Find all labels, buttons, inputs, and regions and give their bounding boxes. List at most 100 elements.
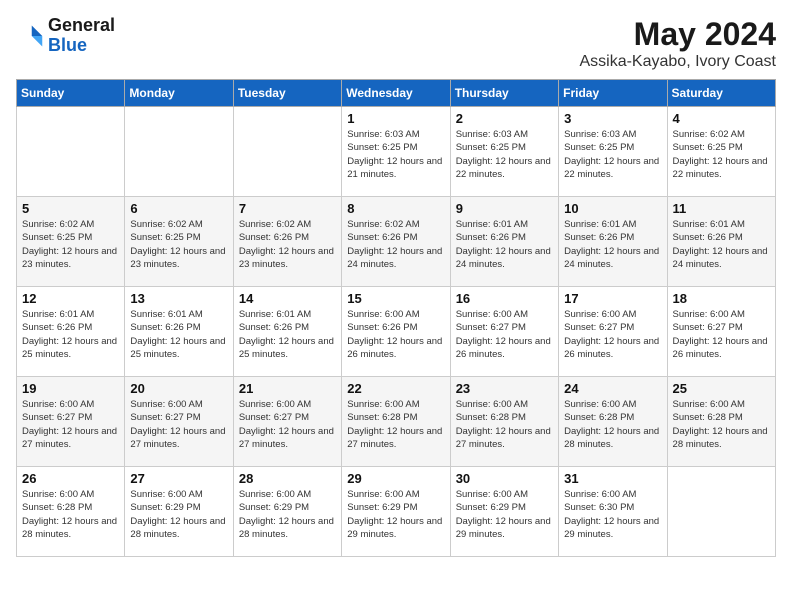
calendar-cell: 19 Sunrise: 6:00 AMSunset: 6:27 PMDayligh… bbox=[17, 377, 125, 467]
calendar-cell bbox=[17, 107, 125, 197]
day-number: 17 bbox=[564, 291, 661, 306]
calendar-cell: 25 Sunrise: 6:00 AMSunset: 6:28 PMDayligh… bbox=[667, 377, 775, 467]
calendar-cell: 3Sunrise: 6:03 AMSunset: 6:25 PMDaylight… bbox=[559, 107, 667, 197]
day-detail: Sunrise: 6:00 AMSunset: 6:29 PMDaylight:… bbox=[456, 488, 553, 541]
calendar-week-row: 26 Sunrise: 6:00 AMSunset: 6:28 PMDayligh… bbox=[17, 467, 776, 557]
weekday-header-tuesday: Tuesday bbox=[233, 80, 341, 107]
calendar-cell: 10Sunrise: 6:01 AMSunset: 6:26 PMDayligh… bbox=[559, 197, 667, 287]
day-detail: Sunrise: 6:00 AMSunset: 6:26 PMDaylight:… bbox=[347, 308, 444, 361]
day-detail: Sunrise: 6:01 AMSunset: 6:26 PMDaylight:… bbox=[239, 308, 336, 361]
calendar-cell: 2 Sunrise: 6:03 AMSunset: 6:25 PMDaylight… bbox=[450, 107, 558, 197]
day-number: 18 bbox=[673, 291, 770, 306]
calendar-week-row: 1 Sunrise: 6:03 AMSunset: 6:25 PMDaylight… bbox=[17, 107, 776, 197]
calendar-cell: 12 Sunrise: 6:01 AMSunset: 6:26 PMDayligh… bbox=[17, 287, 125, 377]
calendar-cell: 28 Sunrise: 6:00 AMSunset: 6:29 PMDayligh… bbox=[233, 467, 341, 557]
day-detail: Sunrise: 6:00 AMSunset: 6:29 PMDaylight:… bbox=[130, 488, 227, 541]
calendar-cell: 1 Sunrise: 6:03 AMSunset: 6:25 PMDaylight… bbox=[342, 107, 450, 197]
calendar-cell: 29 Sunrise: 6:00 AMSunset: 6:29 PMDayligh… bbox=[342, 467, 450, 557]
weekday-header-monday: Monday bbox=[125, 80, 233, 107]
day-detail: Sunrise: 6:01 AMSunset: 6:26 PMDaylight:… bbox=[564, 218, 661, 271]
day-detail: Sunrise: 6:02 AMSunset: 6:26 PMDaylight:… bbox=[347, 218, 444, 271]
calendar-week-row: 12 Sunrise: 6:01 AMSunset: 6:26 PMDayligh… bbox=[17, 287, 776, 377]
day-detail: Sunrise: 6:00 AMSunset: 6:28 PMDaylight:… bbox=[22, 488, 119, 541]
day-detail: Sunrise: 6:02 AMSunset: 6:25 PMDaylight:… bbox=[130, 218, 227, 271]
weekday-header-saturday: Saturday bbox=[667, 80, 775, 107]
calendar-cell: 9 Sunrise: 6:01 AMSunset: 6:26 PMDaylight… bbox=[450, 197, 558, 287]
calendar-cell: 8 Sunrise: 6:02 AMSunset: 6:26 PMDaylight… bbox=[342, 197, 450, 287]
day-number: 4 bbox=[673, 111, 770, 126]
calendar-cell: 20Sunrise: 6:00 AMSunset: 6:27 PMDayligh… bbox=[125, 377, 233, 467]
logo: General Blue bbox=[16, 16, 115, 56]
day-number: 3 bbox=[564, 111, 661, 126]
calendar-table: SundayMondayTuesdayWednesdayThursdayFrid… bbox=[16, 79, 776, 557]
calendar-week-row: 19 Sunrise: 6:00 AMSunset: 6:27 PMDayligh… bbox=[17, 377, 776, 467]
calendar-cell: 18 Sunrise: 6:00 AMSunset: 6:27 PMDayligh… bbox=[667, 287, 775, 377]
day-number: 8 bbox=[347, 201, 444, 216]
day-number: 21 bbox=[239, 381, 336, 396]
page-header: General Blue May 2024 Assika-Kayabo, Ivo… bbox=[16, 16, 776, 71]
day-number: 15 bbox=[347, 291, 444, 306]
day-detail: Sunrise: 6:00 AMSunset: 6:27 PMDaylight:… bbox=[239, 398, 336, 451]
day-detail: Sunrise: 6:03 AMSunset: 6:25 PMDaylight:… bbox=[347, 128, 444, 181]
day-detail: Sunrise: 6:00 AMSunset: 6:29 PMDaylight:… bbox=[239, 488, 336, 541]
day-detail: Sunrise: 6:01 AMSunset: 6:26 PMDaylight:… bbox=[673, 218, 770, 271]
day-number: 12 bbox=[22, 291, 119, 306]
day-number: 19 bbox=[22, 381, 119, 396]
day-number: 24 bbox=[564, 381, 661, 396]
day-detail: Sunrise: 6:03 AMSunset: 6:25 PMDaylight:… bbox=[456, 128, 553, 181]
day-number: 1 bbox=[347, 111, 444, 126]
day-number: 13 bbox=[130, 291, 227, 306]
day-detail: Sunrise: 6:00 AMSunset: 6:27 PMDaylight:… bbox=[564, 308, 661, 361]
weekday-header-friday: Friday bbox=[559, 80, 667, 107]
calendar-cell: 11 Sunrise: 6:01 AMSunset: 6:26 PMDayligh… bbox=[667, 197, 775, 287]
day-number: 7 bbox=[239, 201, 336, 216]
day-number: 11 bbox=[673, 201, 770, 216]
calendar-cell bbox=[125, 107, 233, 197]
day-number: 9 bbox=[456, 201, 553, 216]
day-number: 27 bbox=[130, 471, 227, 486]
day-detail: Sunrise: 6:00 AMSunset: 6:27 PMDaylight:… bbox=[130, 398, 227, 451]
calendar-cell: 21 Sunrise: 6:00 AMSunset: 6:27 PMDayligh… bbox=[233, 377, 341, 467]
weekday-header-thursday: Thursday bbox=[450, 80, 558, 107]
month-title: May 2024 bbox=[579, 16, 776, 53]
day-number: 25 bbox=[673, 381, 770, 396]
logo-icon bbox=[16, 22, 44, 50]
day-detail: Sunrise: 6:00 AMSunset: 6:30 PMDaylight:… bbox=[564, 488, 661, 541]
calendar-cell: 24 Sunrise: 6:00 AMSunset: 6:28 PMDayligh… bbox=[559, 377, 667, 467]
day-number: 5 bbox=[22, 201, 119, 216]
day-detail: Sunrise: 6:01 AMSunset: 6:26 PMDaylight:… bbox=[22, 308, 119, 361]
weekday-header-sunday: Sunday bbox=[17, 80, 125, 107]
day-detail: Sunrise: 6:01 AMSunset: 6:26 PMDaylight:… bbox=[456, 218, 553, 271]
day-detail: Sunrise: 6:00 AMSunset: 6:27 PMDaylight:… bbox=[456, 308, 553, 361]
day-number: 2 bbox=[456, 111, 553, 126]
calendar-cell: 17 Sunrise: 6:00 AMSunset: 6:27 PMDayligh… bbox=[559, 287, 667, 377]
day-detail: Sunrise: 6:00 AMSunset: 6:29 PMDaylight:… bbox=[347, 488, 444, 541]
calendar-cell: 22Sunrise: 6:00 AMSunset: 6:28 PMDayligh… bbox=[342, 377, 450, 467]
day-number: 6 bbox=[130, 201, 227, 216]
calendar-cell: 26 Sunrise: 6:00 AMSunset: 6:28 PMDayligh… bbox=[17, 467, 125, 557]
day-number: 29 bbox=[347, 471, 444, 486]
calendar-cell: 4Sunrise: 6:02 AMSunset: 6:25 PMDaylight… bbox=[667, 107, 775, 197]
calendar-cell: 31 Sunrise: 6:00 AMSunset: 6:30 PMDayligh… bbox=[559, 467, 667, 557]
day-detail: Sunrise: 6:00 AMSunset: 6:28 PMDaylight:… bbox=[564, 398, 661, 451]
day-detail: Sunrise: 6:00 AMSunset: 6:27 PMDaylight:… bbox=[22, 398, 119, 451]
logo-text: General Blue bbox=[48, 16, 115, 56]
day-detail: Sunrise: 6:00 AMSunset: 6:27 PMDaylight:… bbox=[673, 308, 770, 361]
day-number: 30 bbox=[456, 471, 553, 486]
weekday-header-wednesday: Wednesday bbox=[342, 80, 450, 107]
calendar-cell: 5Sunrise: 6:02 AMSunset: 6:25 PMDaylight… bbox=[17, 197, 125, 287]
day-detail: Sunrise: 6:00 AMSunset: 6:28 PMDaylight:… bbox=[347, 398, 444, 451]
calendar-cell: 27 Sunrise: 6:00 AMSunset: 6:29 PMDayligh… bbox=[125, 467, 233, 557]
day-number: 28 bbox=[239, 471, 336, 486]
calendar-cell bbox=[233, 107, 341, 197]
day-number: 23 bbox=[456, 381, 553, 396]
calendar-cell: 7Sunrise: 6:02 AMSunset: 6:26 PMDaylight… bbox=[233, 197, 341, 287]
day-detail: Sunrise: 6:00 AMSunset: 6:28 PMDaylight:… bbox=[673, 398, 770, 451]
day-number: 26 bbox=[22, 471, 119, 486]
day-number: 31 bbox=[564, 471, 661, 486]
calendar-cell: 16Sunrise: 6:00 AMSunset: 6:27 PMDayligh… bbox=[450, 287, 558, 377]
calendar-week-row: 5 Sunrise: 6:02 AMSunset: 6:25 PMDaylight… bbox=[17, 197, 776, 287]
day-detail: Sunrise: 6:00 AMSunset: 6:28 PMDaylight:… bbox=[456, 398, 553, 451]
calendar-cell: 14Sunrise: 6:01 AMSunset: 6:26 PMDayligh… bbox=[233, 287, 341, 377]
calendar-cell: 15 Sunrise: 6:00 AMSunset: 6:26 PMDayligh… bbox=[342, 287, 450, 377]
